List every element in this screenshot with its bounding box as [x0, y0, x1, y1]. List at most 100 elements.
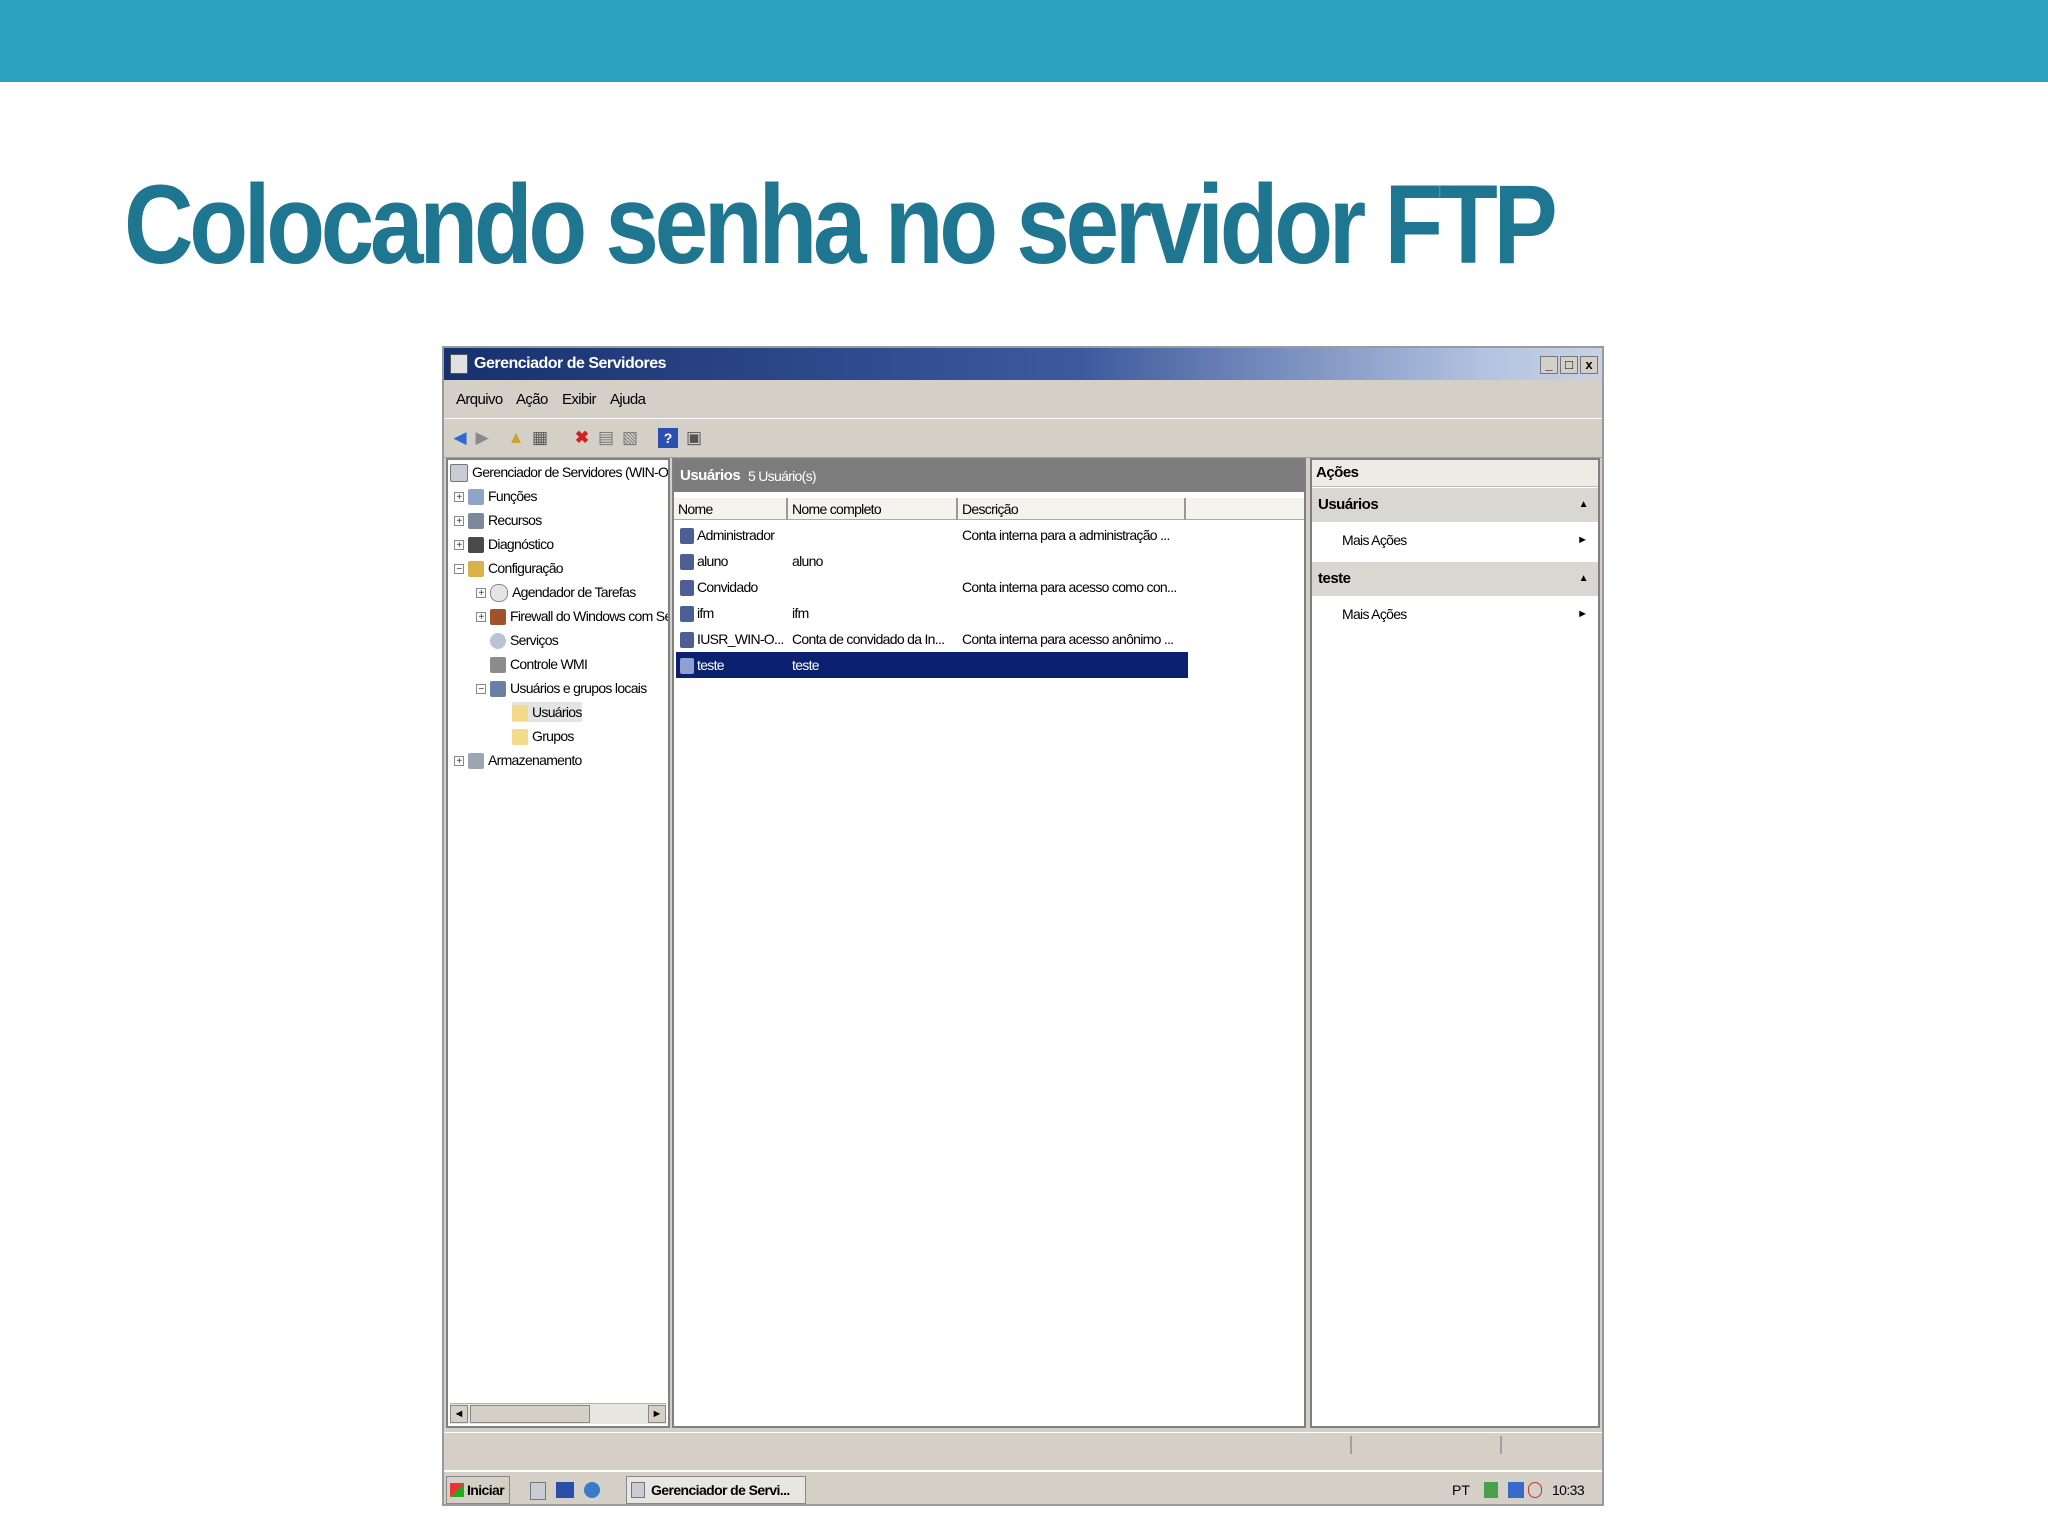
- tree-item-servicos[interactable]: Serviços: [490, 630, 559, 650]
- tree-item-agendador[interactable]: + Agendador de Tarefas: [476, 582, 636, 603]
- delete-icon[interactable]: ✖: [572, 428, 592, 448]
- tree-item-firewall[interactable]: + Firewall do Windows com Se: [476, 606, 668, 626]
- tree-item-armazenamento[interactable]: + Armazenamento: [454, 750, 582, 770]
- disabled-user-icon: [680, 580, 694, 597]
- power-tray-icon[interactable]: [1528, 1482, 1542, 1498]
- menu-item-acao[interactable]: Ação: [516, 391, 548, 408]
- collapse-icon[interactable]: −: [476, 684, 486, 695]
- expand-icon[interactable]: +: [454, 756, 464, 767]
- user-icon: [680, 606, 694, 623]
- users-panel-title: Usuários: [680, 467, 741, 484]
- table-row[interactable]: IUSR_WIN-O... Conta de convidado da In..…: [676, 626, 1188, 652]
- actions-section-teste[interactable]: teste ▲: [1312, 562, 1598, 596]
- table-row[interactable]: ifm ifm: [676, 600, 1188, 626]
- tree-item-usuarios-grupos[interactable]: − Usuários e grupos locais: [476, 678, 647, 698]
- expand-icon[interactable]: +: [476, 612, 486, 623]
- menu-item-arquivo[interactable]: Arquivo: [456, 391, 503, 408]
- collapse-section-icon[interactable]: ▲: [1579, 488, 1589, 522]
- column-header-empty: [1186, 498, 1304, 520]
- server-manager-icon: [450, 354, 468, 374]
- network-tray-icon[interactable]: [1484, 1482, 1498, 1498]
- table-row-selected[interactable]: teste teste: [676, 652, 1188, 678]
- tree-item-usuarios[interactable]: Usuários: [512, 702, 582, 722]
- tree-item-diagnostico[interactable]: + Diagnóstico: [454, 534, 554, 554]
- close-button[interactable]: x: [1580, 356, 1598, 374]
- wmi-icon: [490, 657, 506, 674]
- maximize-button[interactable]: □: [1560, 356, 1578, 374]
- tree-item-server-manager[interactable]: Gerenciador de Servidores (WIN-OI: [450, 462, 668, 483]
- console-view-icon[interactable]: ▣: [684, 428, 704, 448]
- user-icon: [680, 528, 694, 545]
- language-indicator[interactable]: PT: [1452, 1482, 1470, 1498]
- storage-icon: [468, 753, 484, 770]
- tree-horizontal-scrollbar[interactable]: ◄ ►: [450, 1403, 666, 1424]
- menu-item-ajuda[interactable]: Ajuda: [610, 391, 646, 408]
- table-row[interactable]: Administrador Conta interna para a admin…: [676, 522, 1188, 548]
- tree-item-controle-wmi[interactable]: Controle WMI: [490, 654, 588, 674]
- back-arrow-icon[interactable]: ◀: [450, 428, 470, 448]
- actions-section-usuarios[interactable]: Usuários ▲: [1312, 488, 1598, 522]
- column-header-nome-completo[interactable]: Nome completo: [788, 498, 958, 520]
- show-desktop-icon[interactable]: [556, 1482, 574, 1498]
- submenu-arrow-icon: ►: [1577, 608, 1588, 620]
- tree-item-funcoes[interactable]: + Funções: [454, 486, 537, 506]
- up-folder-icon[interactable]: ▲: [506, 428, 526, 448]
- firewall-icon: [490, 609, 506, 626]
- minimize-button[interactable]: _: [1540, 356, 1558, 374]
- menu-item-exibir[interactable]: Exibir: [562, 391, 597, 408]
- tree-item-grupos[interactable]: Grupos: [512, 726, 574, 746]
- collapse-icon[interactable]: −: [454, 564, 464, 575]
- taskbar: Iniciar Gerenciador de Servi... PT 10:33: [444, 1470, 1602, 1504]
- top-accent-bar: [0, 0, 2048, 82]
- export-list-icon[interactable]: ▧: [620, 428, 640, 448]
- mais-acoes-link[interactable]: Mais Ações: [1342, 606, 1407, 622]
- tree-item-recursos[interactable]: + Recursos: [454, 510, 542, 530]
- expand-icon[interactable]: +: [454, 540, 464, 551]
- column-header-descricao[interactable]: Descrição: [958, 498, 1186, 520]
- actions-pane: Ações Usuários ▲ Mais Ações ► teste ▲ Ma…: [1310, 458, 1600, 1428]
- services-gear-icon: [490, 633, 506, 650]
- window-title: Gerenciador de Servidores: [474, 355, 667, 372]
- users-count: 5 Usuário(s): [748, 468, 817, 484]
- internet-explorer-icon[interactable]: [584, 1482, 600, 1498]
- scroll-thumb[interactable]: [470, 1405, 590, 1423]
- status-bar: [444, 1432, 1602, 1457]
- properties-icon[interactable]: ▤: [596, 428, 616, 448]
- expand-icon[interactable]: +: [454, 492, 464, 503]
- server-manager-window[interactable]: Gerenciador de Servidores _ □ x Arquivo …: [442, 346, 1604, 1506]
- diagnostics-icon: [468, 537, 484, 554]
- windows-logo-icon: [450, 1483, 464, 1497]
- scroll-right-button[interactable]: ►: [648, 1405, 666, 1423]
- start-button[interactable]: Iniciar: [446, 1476, 510, 1504]
- server-manager-quicklaunch-icon[interactable]: [530, 1482, 546, 1500]
- expand-icon[interactable]: +: [476, 588, 486, 599]
- monitor-tray-icon[interactable]: [1508, 1482, 1524, 1498]
- tree-item-configuracao[interactable]: − Configuração: [454, 558, 564, 578]
- mais-acoes-link[interactable]: Mais Ações: [1342, 532, 1407, 548]
- user-icon: [680, 658, 694, 675]
- users-list-pane: Usuários 5 Usuário(s) Nome Nome completo…: [672, 458, 1306, 1428]
- forward-arrow-icon[interactable]: ▶: [472, 428, 492, 448]
- navigation-tree-pane[interactable]: Gerenciador de Servidores (WIN-OI + Funçõ…: [446, 458, 670, 1428]
- folder-icon: [512, 729, 528, 746]
- taskbar-task-server-manager[interactable]: Gerenciador de Servi...: [626, 1476, 806, 1504]
- submenu-arrow-icon: ►: [1577, 534, 1588, 546]
- collapse-section-icon[interactable]: ▲: [1579, 562, 1589, 596]
- users-groups-icon: [490, 681, 506, 698]
- clock: 10:33: [1552, 1482, 1585, 1498]
- table-row[interactable]: aluno aluno: [676, 548, 1188, 574]
- configuration-icon: [468, 561, 484, 578]
- column-header-nome[interactable]: Nome: [674, 498, 788, 520]
- server-manager-icon: [631, 1482, 645, 1498]
- table-row[interactable]: Convidado Conta interna para acesso como…: [676, 574, 1188, 600]
- window-titlebar[interactable]: Gerenciador de Servidores _ □ x: [444, 348, 1602, 380]
- roles-icon: [468, 489, 484, 506]
- features-icon: [468, 513, 484, 530]
- clock-icon: [490, 584, 508, 603]
- user-icon: [680, 632, 694, 649]
- expand-icon[interactable]: +: [454, 516, 464, 527]
- show-hide-tree-icon[interactable]: ▦: [530, 428, 550, 448]
- help-icon[interactable]: ?: [658, 428, 678, 448]
- scroll-left-button[interactable]: ◄: [450, 1405, 468, 1423]
- user-icon: [680, 554, 694, 571]
